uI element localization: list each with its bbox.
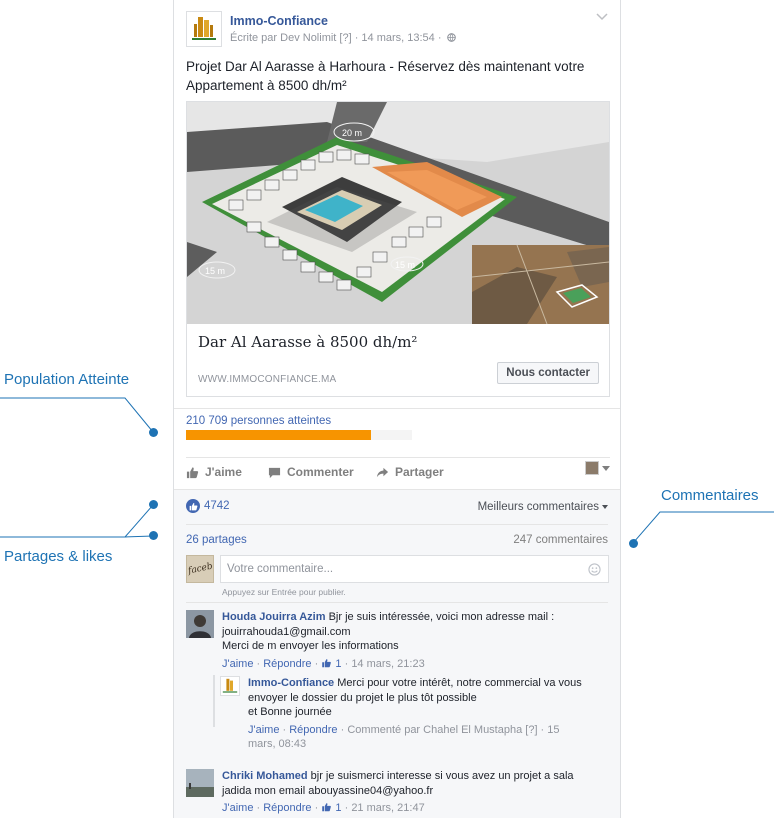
globe-icon <box>446 33 456 42</box>
preview-domain: WWW.IMMOCONFIANCE.MA <box>198 374 337 385</box>
comment-like-link[interactable]: J'aime <box>222 802 253 814</box>
caret-down-icon <box>602 504 608 509</box>
map-label-20m: 20 m <box>342 128 362 138</box>
user-avatar: faceboo <box>186 555 214 583</box>
like-badge-icon <box>186 499 200 513</box>
shares-count[interactable]: 26 partages <box>186 534 247 546</box>
comment-reply-link[interactable]: Répondre <box>263 802 311 814</box>
post-meta: Écrite par Dev Nolimit [?] · 14 mars, 13… <box>230 32 456 44</box>
like-label: J'aime <box>205 465 242 479</box>
comment-input[interactable] <box>220 555 609 583</box>
reply-thread-line <box>213 675 215 727</box>
post-text: Projet Dar Al Aarasse à Harhoura - Réser… <box>186 59 585 93</box>
satellite-inset <box>471 244 609 324</box>
page-name-link[interactable]: Immo-Confiance <box>230 14 328 28</box>
action-bar: J'aime Commenter Partager <box>186 457 610 487</box>
comment-like-count[interactable]: 1 <box>335 802 341 814</box>
comment-time[interactable]: 14 mars, 21:23 <box>351 658 424 670</box>
contact-button[interactable]: Nous contacter <box>497 362 599 384</box>
divider <box>186 602 608 603</box>
comment-body: Houda Jouirra Azim Bjr je suis intéressé… <box>222 610 612 671</box>
reach-text[interactable]: 210 709 personnes atteintes <box>186 415 331 427</box>
thumbs-up-icon <box>186 466 199 478</box>
comment-text-line: jadida mon email abouyassine04@yahoo.fr <box>222 784 434 797</box>
callout-shares-dot <box>149 531 158 540</box>
callout-partages-label: Partages & likes <box>4 548 113 565</box>
audience-selector[interactable] <box>585 461 610 475</box>
reply-commented-by: Commenté par Chahel El Mustapha [?] · 15 <box>347 723 560 736</box>
comment-footer: J'aime · Répondre · 1 · 21 mars, 21:47 <box>222 802 425 814</box>
audience-avatar <box>585 461 599 475</box>
avatar[interactable] <box>186 610 214 638</box>
comment-footer: J'aime · Répondre · 1 · 14 mars, 21:23 <box>222 657 425 670</box>
comment-text-line: Merci de m envoyer les informations <box>222 640 399 652</box>
avatar[interactable] <box>186 769 214 797</box>
likes-count: 4742 <box>204 500 230 512</box>
share-button[interactable]: Partager <box>376 465 444 479</box>
comment-like-count[interactable]: 1 <box>335 658 341 670</box>
comment-time[interactable]: 21 mars, 21:47 <box>351 802 424 814</box>
user-avatar-text: faceboo <box>187 559 214 577</box>
preview-title[interactable]: Dar Al Aarasse à 8500 dh/m² <box>198 333 417 351</box>
reply-time[interactable]: mars, 08:43 <box>248 738 306 750</box>
post-card: Immo-Confiance Écrite par Dev Nolimit [?… <box>173 0 621 818</box>
project-plan-image[interactable]: 20 m 15 m 15 m <box>187 102 609 324</box>
divider <box>186 524 608 525</box>
reach-bar <box>186 430 412 440</box>
comment-text: Bjr je suis intéressée, voici mon adress… <box>328 611 555 623</box>
page-avatar[interactable] <box>220 676 240 696</box>
like-button[interactable]: J'aime <box>186 465 242 479</box>
map-label-15m-mid: 15 m <box>395 260 415 270</box>
callout-population-label: Population Atteinte <box>4 371 130 388</box>
comment-author-link[interactable]: Houda Jouirra Azim <box>222 611 326 623</box>
comment-body: Chriki Mohamed bjr je suismerci interess… <box>222 769 617 815</box>
comment-author-link[interactable]: Chriki Mohamed <box>222 770 308 782</box>
post-header: Immo-Confiance Écrite par Dev Nolimit [?… <box>186 11 608 51</box>
reply-footer: J'aime · Répondre · Commenté par Chahel … <box>248 723 560 750</box>
reply-author-link[interactable]: Immo-Confiance <box>248 677 334 689</box>
landscape-photo-icon <box>186 769 214 797</box>
callout-comments-dot <box>629 539 638 548</box>
building-logo-icon <box>222 678 238 693</box>
reply-text: Merci pour votre intérêt, notre commerci… <box>337 677 582 689</box>
caret-down-icon <box>602 465 610 471</box>
sort-label: Meilleurs commentaires <box>477 501 599 513</box>
likes-summary[interactable]: 4742 <box>186 499 230 513</box>
reach-section: 210 709 personnes atteintes <box>174 408 620 440</box>
share-label: Partager <box>395 465 444 479</box>
thumbs-up-icon <box>322 658 332 667</box>
comments-count[interactable]: 247 commentaires <box>513 534 608 546</box>
composer-hint: Appuyez sur Entrée pour publier. <box>222 587 346 597</box>
person-photo-icon <box>186 610 214 638</box>
reply-text-line: envoyer le dossier du projet le plus tôt… <box>248 691 477 704</box>
comment-label: Commenter <box>287 465 354 479</box>
share-arrow-icon <box>376 467 389 477</box>
emoji-icon[interactable] <box>588 563 601 576</box>
callout-likes-dot <box>149 500 158 509</box>
post-meta-text: Écrite par Dev Nolimit [?] · 14 mars, 13… <box>230 32 442 44</box>
page-avatar[interactable] <box>186 11 222 47</box>
callout-population-dot <box>149 428 158 437</box>
comment-button[interactable]: Commenter <box>268 465 354 479</box>
map-label-15m-left: 15 m <box>205 266 225 276</box>
comment-icon <box>268 467 281 478</box>
chevron-down-icon[interactable] <box>596 13 608 21</box>
reply-body: Immo-Confiance Merci pour votre intérêt,… <box>248 676 588 751</box>
reach-bar-fill <box>186 430 372 440</box>
callout-commentaires-label: Commentaires <box>661 487 759 504</box>
site-plan-illustration: 20 m 15 m 15 m <box>187 102 609 324</box>
comment-like-link[interactable]: J'aime <box>222 658 253 670</box>
comment-text-line: jouirrahouda1@gmail.com <box>222 625 351 638</box>
building-logo-icon <box>192 17 216 40</box>
comment-sort-dropdown[interactable]: Meilleurs commentaires <box>478 501 608 513</box>
link-preview[interactable]: 20 m 15 m 15 m Dar Al Aarasse à 8500 dh/… <box>186 101 610 397</box>
reply-text-line: et Bonne journée <box>248 706 332 718</box>
reply-reply-link[interactable]: Répondre <box>289 724 337 736</box>
comment-text: bjr je suismerci interesse si vous avez … <box>310 770 574 782</box>
reply-like-link[interactable]: J'aime <box>248 724 279 736</box>
thumbs-up-icon <box>322 803 332 812</box>
comment-reply-link[interactable]: Répondre <box>263 658 311 670</box>
